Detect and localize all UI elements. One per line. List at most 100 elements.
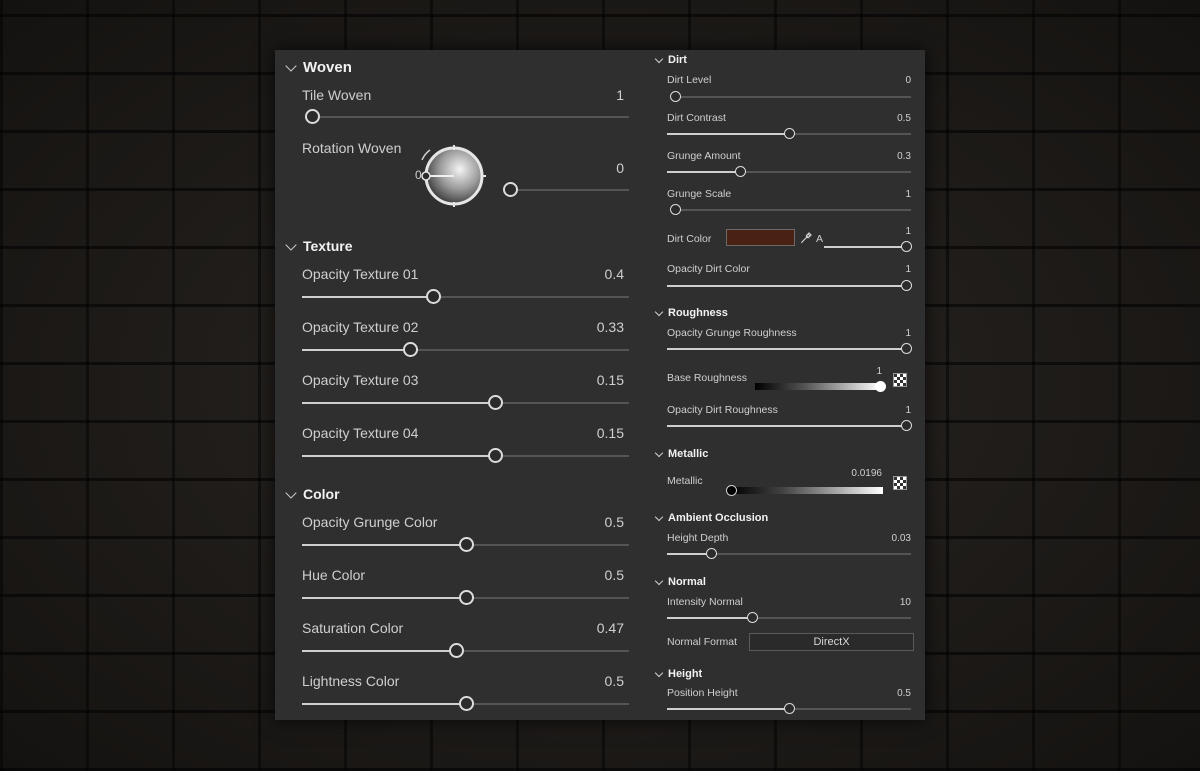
slider-knob[interactable]: [875, 381, 886, 392]
slider-value: 0.5: [604, 514, 624, 530]
slider-track[interactable]: [667, 128, 911, 139]
slider-knob[interactable]: [487, 448, 503, 463]
slider-label: Position Height: [667, 687, 738, 699]
eyedropper-icon[interactable]: [800, 231, 813, 244]
dropdown-label: Normal Format: [667, 636, 738, 648]
metallic-gradient-slider[interactable]: [730, 487, 883, 494]
slider-track[interactable]: [670, 204, 911, 215]
slider-knob[interactable]: [458, 537, 474, 552]
slider-knob[interactable]: [735, 166, 747, 177]
slider-knob[interactable]: [726, 485, 737, 496]
slider-label: Opacity Texture 02: [302, 319, 419, 335]
section-title: Metallic: [668, 448, 709, 460]
slider-value: 0.3: [897, 151, 911, 162]
slider-knob[interactable]: [670, 91, 681, 102]
dial-value: 0: [415, 168, 422, 182]
slider-label: Grunge Scale: [667, 188, 732, 200]
color-label: Dirt Color: [667, 233, 712, 245]
slider-track[interactable]: [302, 537, 629, 552]
slider-value: 1: [905, 264, 911, 275]
slider-value: 10: [899, 597, 911, 608]
slider-track[interactable]: [305, 109, 629, 124]
chevron-down-icon: [285, 487, 297, 499]
slider-value: 1: [616, 87, 624, 103]
slider-label: Dirt Contrast: [667, 112, 726, 124]
slider-knob[interactable]: [503, 182, 518, 197]
slider-label: Opacity Dirt Roughness: [667, 404, 778, 416]
slider-knob[interactable]: [458, 696, 474, 711]
slider-label: Metallic: [667, 475, 703, 487]
dirt-color-swatch[interactable]: [726, 229, 795, 246]
slider-knob[interactable]: [901, 343, 912, 354]
section-title: Roughness: [668, 307, 728, 319]
slider-knob[interactable]: [784, 128, 795, 139]
rotation-dial[interactable]: [410, 142, 490, 210]
slider-knob[interactable]: [901, 420, 912, 431]
slider-value: 0.5: [604, 673, 624, 689]
slider-value: 0.0196: [851, 468, 882, 479]
slider-track[interactable]: [667, 343, 912, 354]
slider-label: Tile Woven: [302, 87, 372, 103]
slider-track[interactable]: [302, 643, 629, 658]
section-title: Height: [668, 668, 703, 680]
alpha-slider-track[interactable]: [824, 241, 912, 252]
slider-value: 0.15: [596, 425, 624, 441]
slider-track[interactable]: [302, 342, 629, 357]
slider-track[interactable]: [302, 395, 629, 410]
section-title: Ambient Occlusion: [668, 512, 769, 524]
slider-knob[interactable]: [425, 289, 441, 304]
texture-toggle-icon[interactable]: [893, 373, 907, 387]
slider-knob[interactable]: [448, 643, 464, 658]
slider-track[interactable]: [302, 696, 629, 711]
slider-value: 0.33: [596, 319, 624, 335]
slider-knob[interactable]: [901, 241, 912, 252]
slider-track[interactable]: [667, 280, 912, 291]
slider-value: 0: [616, 160, 624, 176]
slider-track[interactable]: [667, 420, 912, 431]
section-title: Dirt: [668, 54, 687, 66]
normal-format-dropdown[interactable]: DirectX: [749, 633, 914, 651]
chevron-down-icon: [654, 668, 664, 678]
section-title: Texture: [303, 238, 353, 254]
slider-label: Opacity Texture 03: [302, 372, 419, 388]
section-title: Color: [303, 486, 340, 502]
slider-label: Opacity Dirt Color: [667, 263, 750, 275]
texture-toggle-icon[interactable]: [893, 476, 907, 490]
slider-knob[interactable]: [402, 342, 418, 357]
chevron-down-icon: [285, 60, 297, 72]
slider-knob[interactable]: [670, 204, 681, 215]
slider-knob[interactable]: [901, 280, 912, 291]
slider-value: 0.5: [897, 688, 911, 699]
slider-track[interactable]: [667, 166, 911, 177]
chevron-down-icon: [654, 54, 664, 64]
slider-track[interactable]: [302, 448, 629, 463]
slider-value: 0.5: [604, 567, 624, 583]
slider-knob[interactable]: [747, 612, 759, 623]
slider-track[interactable]: [670, 91, 911, 102]
slider-track[interactable]: [503, 182, 629, 197]
slider-knob[interactable]: [784, 703, 795, 714]
chevron-down-icon: [654, 576, 664, 586]
slider-label: Saturation Color: [302, 620, 404, 636]
slider-label: Lightness Color: [302, 673, 400, 689]
slider-knob[interactable]: [487, 395, 503, 410]
slider-value: 0.4: [604, 266, 624, 282]
properties-panel: Woven Tile Woven 1 Rotation Woven 0 0 Te…: [275, 50, 925, 720]
slider-label: Opacity Grunge Color: [302, 514, 438, 530]
slider-track[interactable]: [667, 612, 911, 623]
slider-knob[interactable]: [705, 548, 717, 559]
slider-label: Opacity Texture 01: [302, 266, 419, 282]
slider-value: 1: [905, 328, 911, 339]
slider-knob[interactable]: [305, 109, 320, 124]
roughness-gradient-slider[interactable]: [755, 383, 881, 390]
slider-track[interactable]: [667, 703, 911, 714]
slider-knob[interactable]: [458, 590, 474, 605]
slider-label: Base Roughness: [667, 372, 747, 384]
slider-track[interactable]: [302, 590, 629, 605]
slider-track[interactable]: [302, 289, 629, 304]
slider-label: Intensity Normal: [667, 596, 743, 608]
slider-track[interactable]: [667, 548, 911, 559]
alpha-label: A: [816, 233, 824, 245]
chevron-down-icon: [654, 512, 664, 522]
chevron-down-icon: [285, 239, 297, 251]
